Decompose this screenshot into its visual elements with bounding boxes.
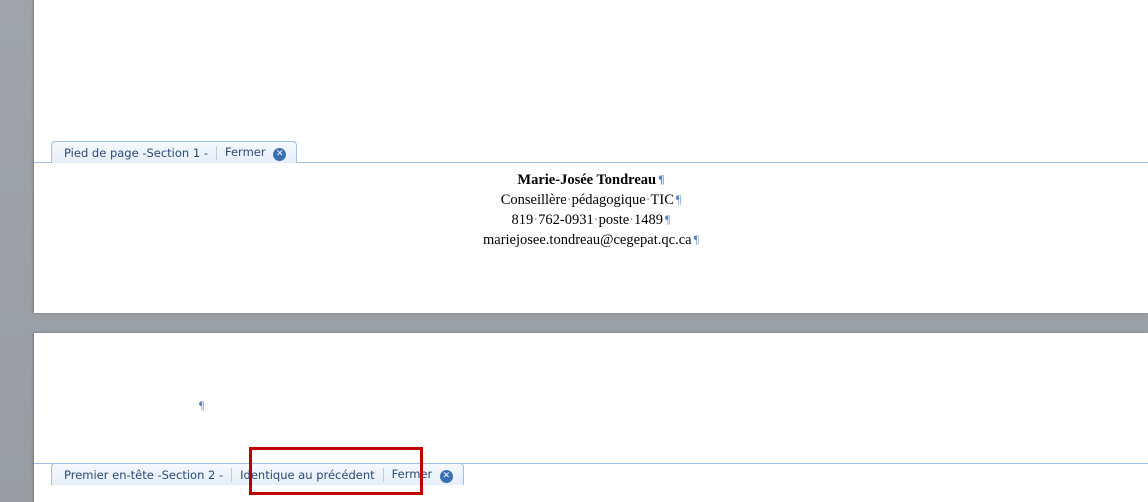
footer-close-button[interactable]: Fermer ✕ (221, 145, 290, 161)
link-to-previous-button[interactable]: Identique au précédent (236, 468, 379, 482)
paragraph-mark-icon: ¶ (658, 172, 665, 186)
tab-separator (215, 145, 217, 160)
title-word-1: Conseillère (500, 192, 567, 208)
phone-part-1: 819 (511, 212, 534, 228)
footer-content[interactable]: Marie-Josée Tondreau ¶ Conseillère·pédago… (34, 170, 1148, 250)
page-1[interactable]: Pied de page -Section 1 - Fermer ✕ Marie… (34, 0, 1148, 313)
paragraph-mark-icon: ¶ (665, 212, 671, 226)
email-address: mariejosee.tondreau@cegepat.qc.ca (482, 232, 692, 248)
footer-line-name: Marie-Josée Tondreau ¶ (34, 170, 1148, 190)
title-word-2: pédagogique (571, 192, 646, 208)
close-icon[interactable]: ✕ (273, 147, 287, 161)
header-close-label: Fermer (391, 466, 433, 481)
author-name: Marie-Josée Tondreau (517, 172, 657, 188)
phone-part-4: 1489 (634, 212, 664, 228)
footer-close-label: Fermer (224, 144, 266, 159)
tab-separator (382, 467, 384, 482)
title-word-3: TIC (650, 192, 674, 208)
footer-line-title: Conseillère·pédagogique·TIC ¶ (34, 190, 1148, 210)
footer-section-1-tab[interactable]: Pied de page -Section 1 - Fermer ✕ (51, 141, 298, 163)
page-2[interactable]: ¶ Premier en-tête -Section 2 - Identique… (34, 333, 1148, 502)
header-section-2-tab[interactable]: Premier en-tête -Section 2 - Identique a… (51, 463, 464, 485)
paragraph-mark-icon: ¶ (693, 232, 700, 246)
paragraph-mark-icon: ¶ (199, 398, 205, 412)
paragraph-mark-icon: ¶ (675, 192, 682, 206)
phone-part-2: 762-0931 (538, 212, 594, 228)
document-workspace: Pied de page -Section 1 - Fermer ✕ Marie… (0, 0, 1148, 502)
footer-tab-label: Pied de page -Section 1 - (64, 145, 208, 160)
header-tab-label: Premier en-tête -Section 2 - (64, 467, 224, 482)
footer-line-phone: 819·762-0931·poste·1489 ¶ (34, 210, 1148, 230)
phone-part-3: poste (598, 212, 630, 228)
tab-separator (231, 467, 233, 482)
header-close-button[interactable]: Fermer ✕ (388, 467, 457, 483)
close-icon[interactable]: ✕ (439, 469, 453, 483)
footer-line-email: mariejosee.tondreau@cegepat.qc.ca ¶ (34, 230, 1148, 250)
